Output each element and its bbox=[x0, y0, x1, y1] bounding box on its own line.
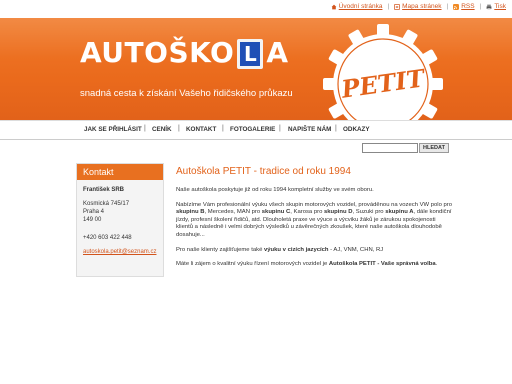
top-links: Úvodní stránka | Mapa stránek | RSS | Ti… bbox=[331, 3, 506, 10]
main-nav: JAK SE PŘIHLÁSIT | CENÍK | KONTAKT | FOT… bbox=[0, 120, 512, 140]
print-link[interactable]: Tisk bbox=[486, 3, 506, 10]
text: , Karosa pro bbox=[290, 209, 324, 216]
text: . bbox=[435, 261, 438, 268]
rss-link-label: RSS bbox=[461, 3, 475, 10]
sitemap-link[interactable]: Mapa stránek bbox=[394, 3, 442, 10]
print-link-label: Tisk bbox=[494, 3, 506, 10]
contact-phone: +420 603 422 448 bbox=[83, 235, 132, 241]
nav-separator: | bbox=[144, 125, 146, 132]
home-link[interactable]: Úvodní stránka bbox=[331, 3, 383, 10]
separator: | bbox=[387, 3, 390, 10]
search-button[interactable]: HLEDAT bbox=[419, 143, 449, 153]
separator: | bbox=[479, 3, 482, 10]
logo-sign-letter: L bbox=[240, 42, 261, 66]
bold-text: skupinu D bbox=[324, 209, 353, 216]
site-logo[interactable]: AUTOŠKO L A bbox=[80, 36, 289, 70]
contact-details: František SRB Kosmická 745/17 Praha 4 14… bbox=[77, 180, 163, 262]
rss-icon bbox=[453, 3, 460, 10]
text: , Mercedes, MAN pro bbox=[204, 209, 262, 216]
text: , Suzuki pro bbox=[352, 209, 386, 216]
separator: | bbox=[446, 3, 449, 10]
logo-text-left: AUTOŠKO bbox=[80, 36, 235, 69]
printer-icon bbox=[486, 4, 492, 10]
nav-item-odkazy[interactable]: ODKAZY bbox=[343, 126, 370, 133]
languages-paragraph: Pro naše klienty zajišťujeme také výuku … bbox=[176, 247, 454, 255]
sitemap-icon bbox=[394, 3, 400, 10]
nav-separator: | bbox=[222, 125, 224, 132]
nav-separator: | bbox=[178, 125, 180, 132]
text: Máte li zájem o kvalitní výuku řízení mo… bbox=[176, 261, 329, 268]
learner-l-sign-icon: L bbox=[237, 39, 264, 69]
contact-city: Praha 4 bbox=[83, 209, 105, 215]
text: Pro naše klienty zajišťujeme také bbox=[176, 246, 264, 253]
contact-street: Kosmická 745/17 bbox=[83, 201, 130, 207]
bold-text: výuku v cizích jazycích bbox=[264, 246, 329, 253]
contact-zip: 149 00 bbox=[83, 217, 102, 223]
page-title: Autoškola PETIT - tradice od roku 1994 bbox=[176, 166, 351, 177]
search-input[interactable] bbox=[362, 143, 418, 153]
home-icon bbox=[331, 4, 337, 9]
slogan: snadná cesta k získání Vašeho řidičského… bbox=[80, 88, 293, 99]
bold-text: Autoškola PETIT - Vaše správná volba bbox=[328, 261, 436, 268]
text: - AJ, VNM, CHN, RJ bbox=[328, 246, 384, 253]
closing-paragraph: Máte li zájem o kvalitní výuku řízení mo… bbox=[176, 261, 454, 269]
header-banner: AUTOŠKO L A snadná cesta k získání Vašeh… bbox=[0, 18, 512, 120]
nav-separator: | bbox=[335, 125, 337, 132]
main-content: Autoškola PETIT - tradice od roku 1994 N… bbox=[176, 166, 454, 276]
petit-gear-emblem-icon: PETIT bbox=[323, 24, 443, 120]
bold-text: skupinu B bbox=[176, 209, 205, 216]
text: Nabízíme Vám profesionální výuku všech s… bbox=[176, 201, 453, 208]
nav-item-kontakt[interactable]: KONTAKT bbox=[186, 126, 216, 133]
services-paragraph: Nabízíme Vám profesionální výuku všech s… bbox=[176, 202, 454, 240]
rss-link[interactable]: RSS bbox=[453, 3, 475, 10]
nav-item-cenik[interactable]: CENÍK bbox=[152, 126, 172, 133]
bold-text: skupinu C bbox=[261, 209, 291, 216]
nav-separator: | bbox=[279, 125, 281, 132]
contact-email-link[interactable]: autoskola.petit@seznam.cz bbox=[83, 248, 157, 256]
nav-item-napiste-nam[interactable]: NAPIŠTE NÁM bbox=[288, 126, 331, 133]
nav-item-fotogalerie[interactable]: FOTOGALERIE bbox=[230, 126, 275, 133]
top-utility-bar: Úvodní stránka | Mapa stránek | RSS | Ti… bbox=[0, 0, 512, 18]
sitemap-link-label: Mapa stránek bbox=[402, 3, 442, 10]
logo-text-right: A bbox=[266, 36, 289, 69]
home-link-label: Úvodní stránka bbox=[338, 3, 383, 10]
nav-item-jak-se-prihlasit[interactable]: JAK SE PŘIHLÁSIT bbox=[84, 126, 142, 133]
sidebar-title: Kontakt bbox=[77, 164, 163, 180]
search-bar: HLEDAT bbox=[0, 142, 512, 154]
intro-paragraph: Naše autoškola poskytuje již od roku 199… bbox=[176, 187, 374, 193]
contact-sidebar: Kontakt František SRB Kosmická 745/17 Pr… bbox=[76, 163, 164, 277]
contact-name: František SRB bbox=[83, 187, 125, 193]
bold-text: skupinu A bbox=[385, 209, 414, 216]
